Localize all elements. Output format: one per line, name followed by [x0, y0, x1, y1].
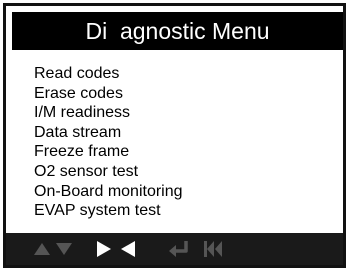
menu-item-evap-system-test[interactable]: EVAP system test — [34, 201, 183, 221]
down-button[interactable] — [54, 233, 74, 265]
back-button[interactable] — [202, 233, 224, 265]
screen-title: Di agnostic Menu — [12, 12, 343, 50]
menu-item-data-stream[interactable]: Data stream — [34, 123, 183, 143]
menu-item-freeze-frame[interactable]: Freeze frame — [34, 142, 183, 162]
skip-back-icon — [204, 241, 222, 257]
left-button[interactable] — [118, 233, 138, 265]
diagnostic-menu: Read codes Erase codes I/M readiness Dat… — [34, 64, 183, 221]
right-arrow-icon — [97, 241, 111, 257]
navigation-bar — [6, 233, 343, 265]
menu-item-on-board-monitoring[interactable]: On-Board monitoring — [34, 182, 183, 202]
return-icon — [169, 241, 188, 257]
menu-item-erase-codes[interactable]: Erase codes — [34, 84, 183, 104]
menu-item-im-readiness[interactable]: I/M readiness — [34, 103, 183, 123]
right-button[interactable] — [94, 233, 114, 265]
down-arrow-icon — [56, 243, 72, 255]
left-arrow-icon — [121, 241, 135, 257]
menu-item-read-codes[interactable]: Read codes — [34, 64, 183, 84]
enter-button[interactable] — [166, 233, 192, 265]
menu-item-o2-sensor-test[interactable]: O2 sensor test — [34, 162, 183, 182]
up-button[interactable] — [32, 233, 52, 265]
up-arrow-icon — [34, 243, 50, 255]
diagnostic-screen: Di agnostic Menu Read codes Erase codes … — [3, 3, 346, 268]
